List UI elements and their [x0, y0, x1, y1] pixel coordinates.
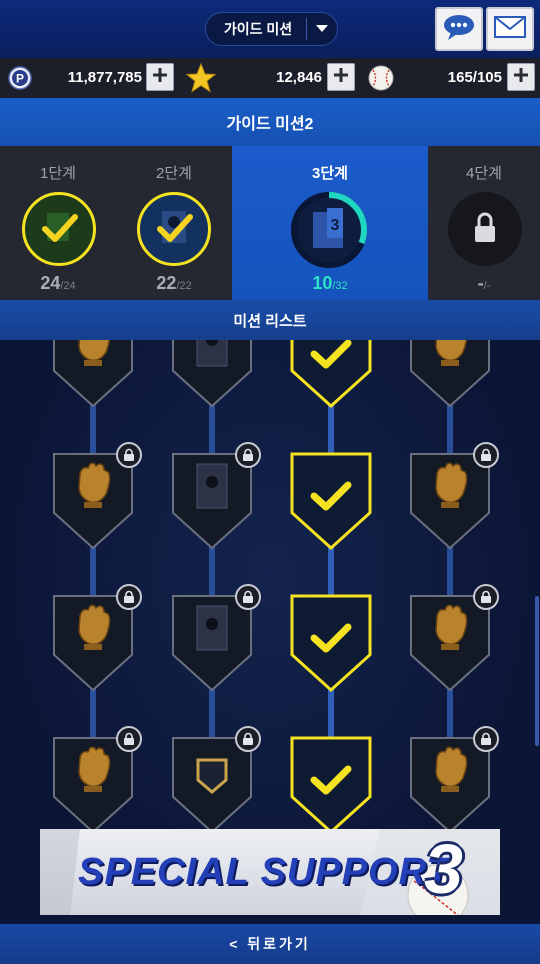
top-bar: 가이드 미션 — [0, 0, 540, 58]
mission-node-card[interactable] — [171, 442, 261, 550]
mode-dropdown-label: 가이드 미션 — [223, 21, 293, 37]
lock-icon — [235, 442, 261, 468]
mission-node-glove[interactable] — [52, 340, 134, 408]
svg-text:3: 3 — [331, 217, 340, 234]
mission-node-glove[interactable] — [409, 584, 499, 692]
star-icon — [185, 62, 217, 98]
lock-icon — [116, 726, 142, 752]
mode-dropdown[interactable]: 가이드 미션 — [205, 12, 338, 46]
lock-icon — [235, 584, 261, 610]
stage-2-tab[interactable]: 2단계 22/22 — [116, 146, 232, 300]
stage-selector: 1단계 24/24 2단계 22/22 3단계 3 10/32 4단계 -/- — [0, 146, 540, 300]
mission-node-complete[interactable] — [290, 452, 372, 550]
mission-node-glove[interactable] — [409, 726, 499, 834]
mission-node-card[interactable] — [171, 726, 261, 834]
mission-node-glove[interactable] — [52, 726, 142, 834]
stage-badge — [137, 192, 211, 266]
mission-node-card[interactable] — [171, 584, 261, 692]
mission-list-header: 미션 리스트 — [0, 300, 540, 340]
stage-progress-ring: 3 — [289, 190, 369, 270]
add-points-button[interactable] — [146, 63, 174, 91]
lock-icon — [473, 442, 499, 468]
stage-4-tab[interactable]: 4단계 -/- — [428, 146, 540, 300]
lock-icon — [473, 726, 499, 752]
baseball-icon — [368, 65, 394, 96]
mission-node-complete[interactable] — [290, 340, 372, 408]
stage-name: 4단계 — [466, 165, 502, 182]
stage-progress: 22/22 — [156, 273, 192, 293]
stage-badge — [448, 192, 522, 266]
add-stars-button[interactable] — [327, 63, 355, 91]
mail-icon — [494, 15, 526, 43]
chat-button[interactable] — [435, 7, 483, 51]
banner-title: SPECIAL SUPPORT — [78, 851, 451, 893]
plus-icon — [333, 67, 349, 88]
lock-icon — [473, 584, 499, 610]
mail-button[interactable] — [486, 7, 534, 51]
lock-icon — [475, 212, 495, 242]
mission-node-card[interactable] — [171, 340, 253, 408]
stage-1-tab[interactable]: 1단계 24/24 — [0, 146, 116, 300]
points-icon: P — [8, 66, 32, 95]
mission-node-glove[interactable] — [409, 340, 491, 408]
svg-text:P: P — [16, 72, 24, 86]
check-icon — [42, 213, 78, 242]
stage-3-tab[interactable]: 3단계 3 10/32 — [232, 146, 428, 300]
lock-icon — [116, 584, 142, 610]
balls-value: 165/105 — [447, 69, 502, 86]
mission-node-glove[interactable] — [52, 584, 142, 692]
mission-node-complete[interactable] — [290, 736, 372, 834]
mission-node-complete[interactable] — [290, 594, 372, 692]
stage-progress: -/- — [477, 273, 491, 293]
chat-icon — [442, 13, 476, 46]
stage-progress: 10/32 — [312, 273, 348, 293]
chevron-down-icon[interactable] — [307, 12, 337, 46]
special-support-banner[interactable]: SPECIAL SUPPORT 3 — [40, 829, 500, 915]
lock-icon — [235, 726, 261, 752]
stage-progress: 24/24 — [40, 273, 76, 293]
stars-value: 12,846 — [276, 69, 322, 86]
add-balls-button[interactable] — [507, 63, 535, 91]
page-title: 가이드 미션2 — [0, 98, 540, 146]
back-button[interactable]: < 뒤로가기 — [0, 924, 540, 964]
mission-node-glove[interactable] — [409, 442, 499, 550]
stage-name: 1단계 — [40, 165, 76, 182]
stage-name: 2단계 — [156, 165, 192, 182]
plus-icon — [152, 67, 168, 88]
mission-node-glove[interactable] — [52, 442, 142, 550]
check-icon — [157, 211, 193, 243]
scrollbar[interactable] — [535, 596, 539, 746]
banner-number: 3 — [424, 830, 463, 908]
points-value: 11,877,785 — [67, 69, 142, 86]
stage-badge — [22, 192, 96, 266]
lock-icon — [116, 442, 142, 468]
stage-name: 3단계 — [312, 165, 348, 182]
plus-icon — [513, 67, 529, 88]
